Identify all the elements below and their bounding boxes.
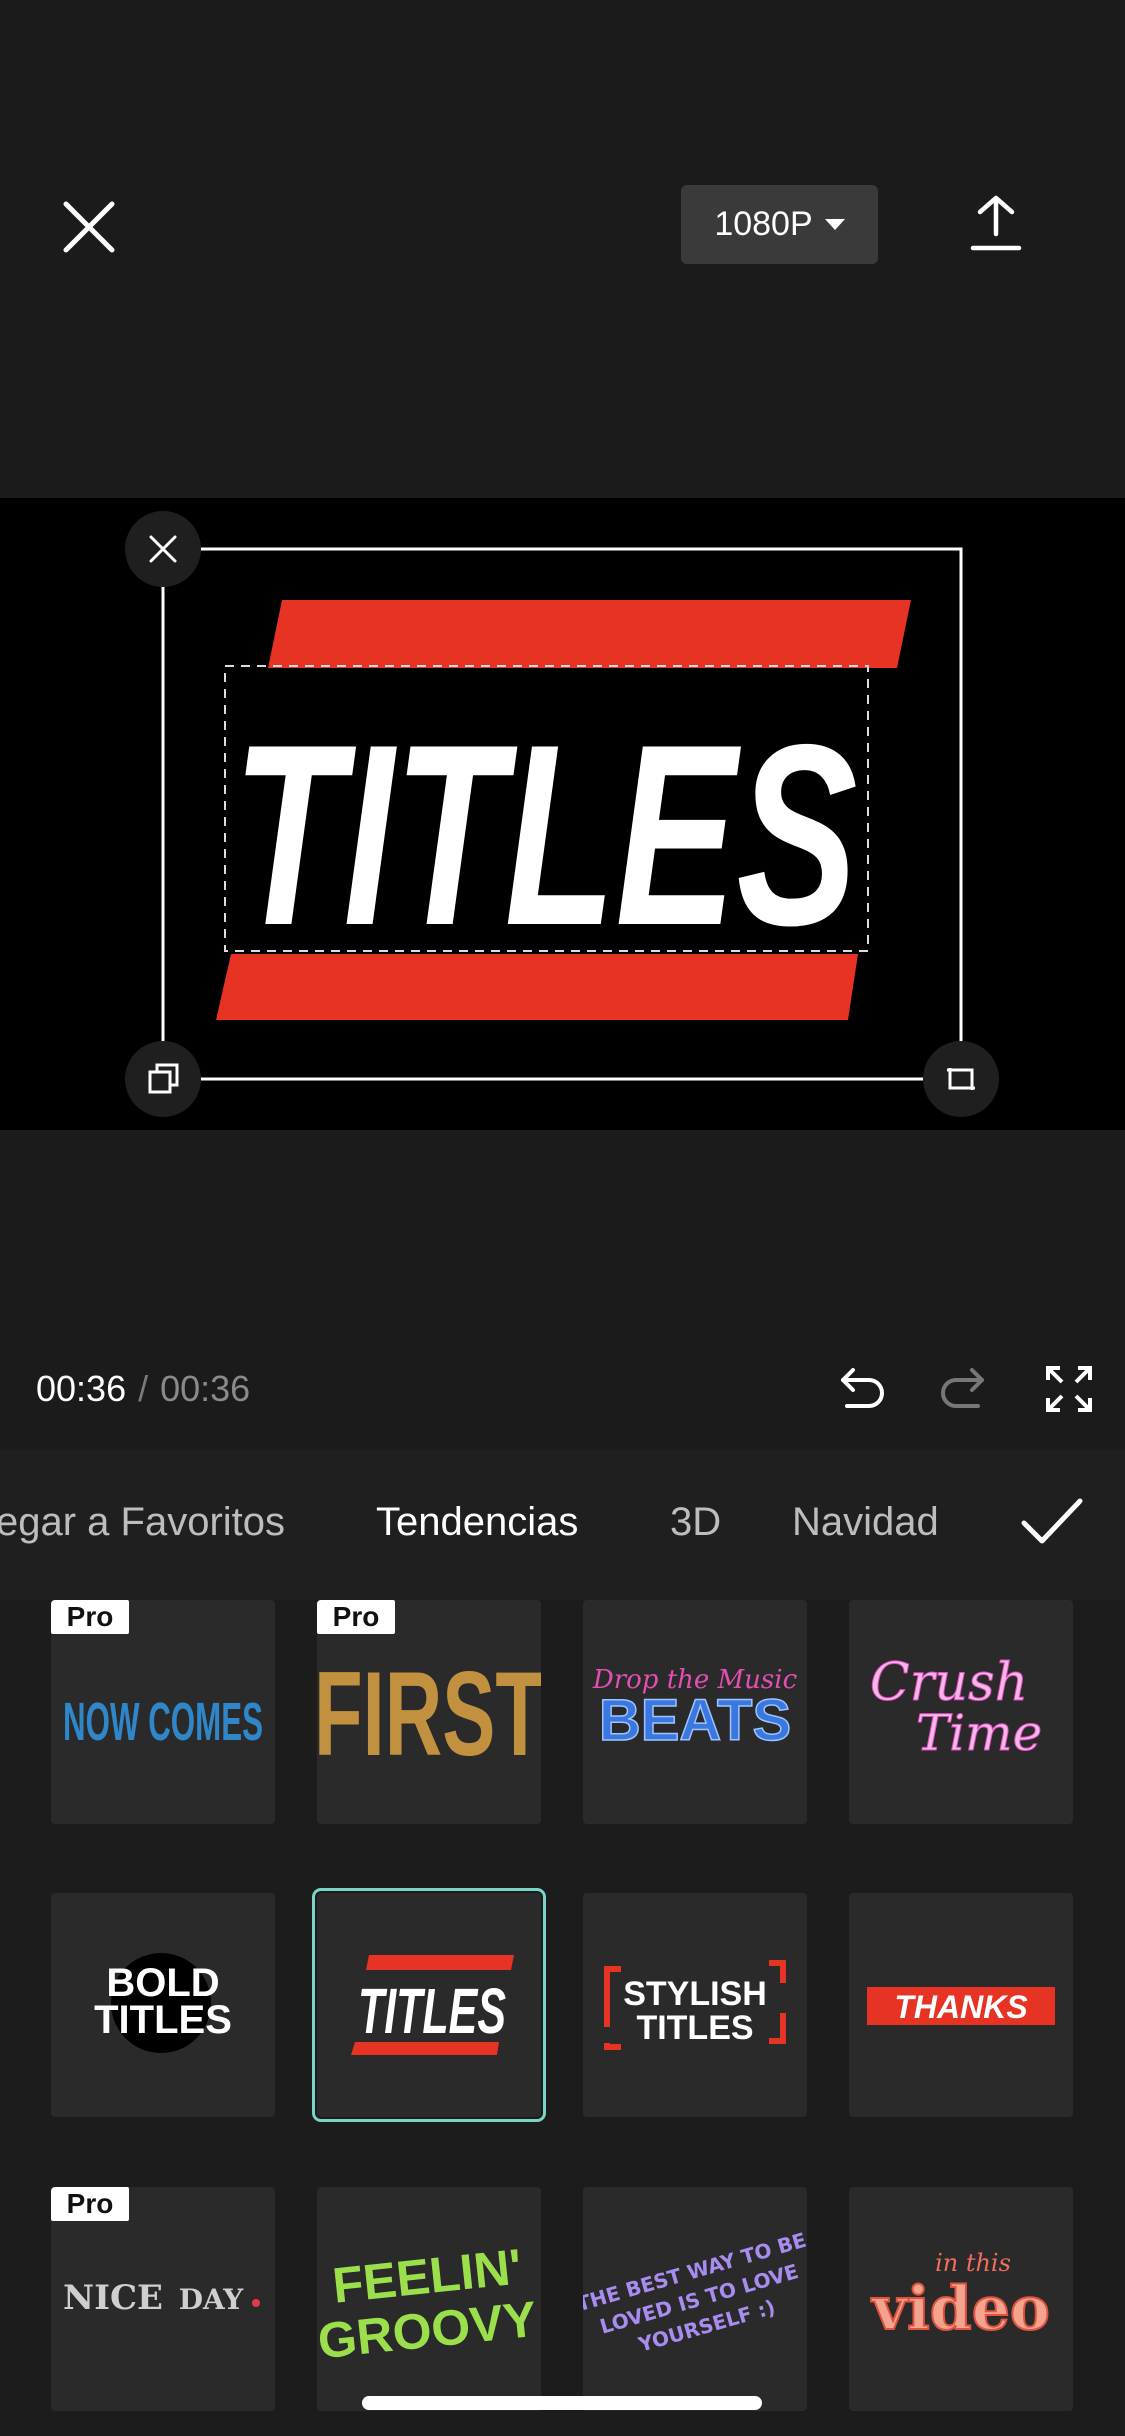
template-tile-crush-time[interactable]: Crush Time — [849, 1600, 1073, 1824]
template-text-line2: video — [870, 2274, 1050, 2344]
template-text-line2: Time — [916, 1704, 1042, 1762]
template-grid: NOW COMES Pro FIRST Pro Drop the Music B… — [0, 1600, 1125, 2436]
template-text-line2: DAY — [179, 2283, 245, 2316]
redo-icon[interactable] — [938, 1362, 992, 1416]
tab-navidad[interactable]: Navidad — [792, 1500, 939, 1545]
pro-badge: Pro — [51, 1600, 129, 1634]
pro-badge: Pro — [51, 2187, 129, 2221]
template-tile-nice-day[interactable]: NICE DAY Pro — [51, 2187, 275, 2411]
time-separator: / — [138, 1368, 149, 1409]
current-time: 00:36 — [36, 1368, 127, 1409]
template-tile-thanks[interactable]: THANKS — [849, 1893, 1073, 2117]
tab-3d[interactable]: 3D — [670, 1500, 721, 1545]
template-text-line2: BEATS — [599, 1688, 791, 1753]
total-time: 00:36 — [160, 1368, 251, 1409]
red-bar-top — [268, 600, 911, 668]
template-text-line2: TITLES — [94, 1998, 232, 2042]
pro-badge: Pro — [317, 1600, 395, 1634]
resolution-label: 1080P — [714, 205, 813, 243]
resolution-dropdown[interactable]: 1080P — [681, 185, 878, 264]
template-text-line2: TITLES — [636, 2009, 753, 2047]
template-tile-beats[interactable]: Drop the Music BEATS — [583, 1600, 807, 1824]
fullscreen-icon[interactable] — [1042, 1362, 1096, 1416]
template-tile-feelin-groovy[interactable]: FEELIN' GROOVY — [317, 2187, 541, 2411]
confirm-check-icon[interactable] — [1020, 1493, 1084, 1551]
template-tile-best-way[interactable]: THE BEST WAY TO BE LOVED IS TO LOVE YOUR… — [583, 2187, 807, 2411]
template-tile-now-comes[interactable]: NOW COMES Pro — [51, 1600, 275, 1824]
template-tile-stylish-titles[interactable]: STYLISH TITLES — [583, 1893, 807, 2117]
category-tabs: egar a Favoritos Tendencias 3D Navidad — [0, 1450, 1125, 1600]
template-tile-first[interactable]: FIRST Pro — [317, 1600, 541, 1824]
template-text: TITLES — [358, 1975, 506, 2047]
template-text: NOW COMES — [63, 1692, 263, 1752]
close-icon[interactable] — [58, 196, 120, 258]
undo-icon[interactable] — [833, 1362, 887, 1416]
template-text-line1: NICE — [63, 2278, 163, 2318]
scale-rotate-handle[interactable] — [923, 1041, 999, 1117]
template-text-line1: STYLISH — [623, 1975, 767, 2013]
timecode: 00:36 / 00:36 — [36, 1365, 250, 1413]
preview-title-text: TITLES — [233, 690, 859, 979]
tab-tendencias[interactable]: Tendencias — [376, 1500, 578, 1545]
duplicate-handle[interactable] — [125, 1041, 201, 1117]
caret-down-icon — [824, 219, 845, 230]
template-text-line1: in this — [935, 2249, 1011, 2277]
tab-favoritos[interactable]: egar a Favoritos — [0, 1500, 285, 1545]
delete-handle[interactable] — [125, 511, 201, 587]
video-preview: TITLES — [0, 498, 1125, 1130]
template-tile-titles[interactable]: TITLES — [312, 1888, 546, 2122]
home-indicator[interactable] — [362, 2396, 762, 2410]
template-text: FIRST — [317, 1647, 541, 1781]
export-icon[interactable] — [970, 194, 1022, 252]
template-text: THANKS — [894, 1989, 1028, 2025]
template-tile-bold-titles[interactable]: BOLD TITLES — [51, 1893, 275, 2117]
top-toolbar: 1080P — [0, 0, 1125, 498]
template-tile-in-this-video[interactable]: in this video — [849, 2187, 1073, 2411]
